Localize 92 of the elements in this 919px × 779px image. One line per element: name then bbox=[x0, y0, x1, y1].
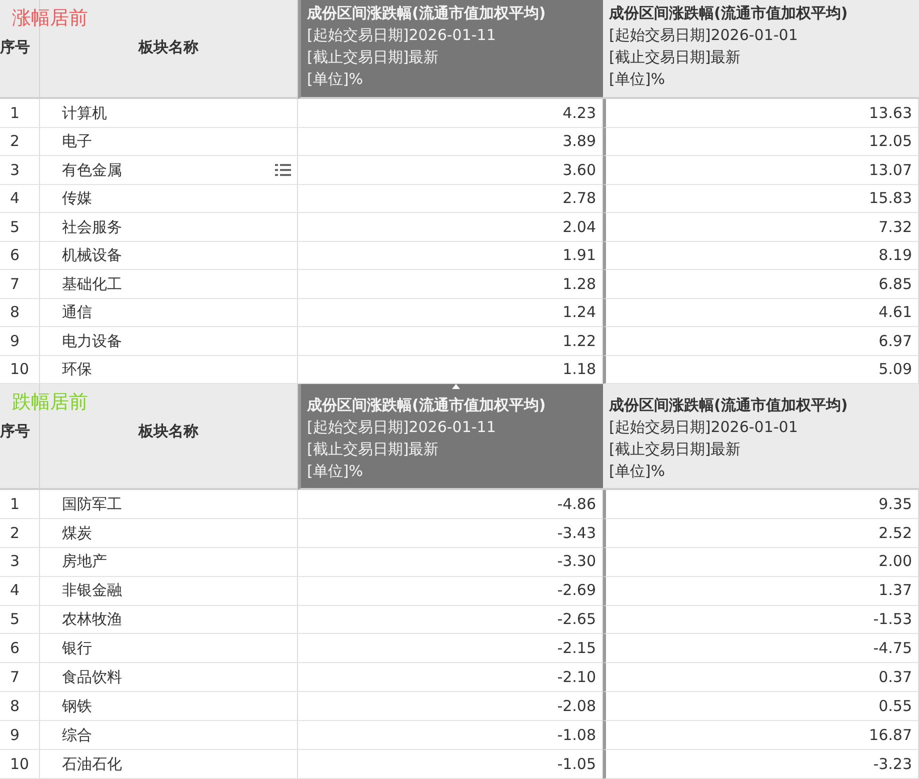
table-cell-text: 房地产 bbox=[62, 551, 107, 572]
table-cell-text: 5 bbox=[10, 609, 20, 630]
table-cell-text: 4.61 bbox=[878, 302, 912, 323]
table-cell-text: 银行 bbox=[62, 638, 92, 660]
table-cell-text: 石油石化 bbox=[62, 754, 122, 775]
column-header[interactable]: 成份区间涨跌幅(流通市值加权平均) [起始交易日期]2026-01-01 [截止交易日期]最新 [单位]% bbox=[603, 0, 919, 99]
table-cell-text: 13.63 bbox=[869, 102, 912, 124]
table-cell-text: 国防军工 bbox=[62, 494, 122, 515]
table-cell-text: -2.08 bbox=[557, 696, 596, 717]
table-cell-text: 2.00 bbox=[878, 551, 912, 572]
table-cell-text: 4 bbox=[10, 580, 20, 602]
table-cell-text: 6 bbox=[10, 245, 20, 266]
table-cell-text: 食品饮料 bbox=[62, 667, 122, 688]
table-cell-text: 1.22 bbox=[562, 330, 596, 352]
table-cell-text: 计算机 bbox=[62, 102, 107, 124]
column-header[interactable]: 成份区间涨跌幅(流通市值加权平均) [起始交易日期]2026-01-11 [截止交易日期]最新 [单位]% bbox=[298, 0, 603, 99]
table-cell-text: 4 bbox=[10, 188, 20, 209]
section-title: 涨幅居前 bbox=[12, 6, 88, 31]
table-cell-text: -1.05 bbox=[557, 754, 596, 775]
table-cell-text: 环保 bbox=[62, 359, 92, 380]
table-cell-text: 7 bbox=[10, 274, 20, 294]
table-cell-text: 5.09 bbox=[878, 359, 912, 380]
table-cell-text: -3.43 bbox=[557, 522, 596, 544]
column-header[interactable]: 成份区间涨跌幅(流通市值加权平均) [起始交易日期]2026-01-11 [截止交易日期]最新 [单位]% bbox=[298, 384, 603, 490]
table-cell-text: 2.78 bbox=[562, 188, 596, 209]
table-cell-text: 6.97 bbox=[878, 330, 912, 352]
table-cell-text: 10 bbox=[10, 754, 30, 775]
table-cell-text: -4.86 bbox=[557, 494, 596, 515]
table-cell-text: 13.07 bbox=[869, 160, 912, 180]
table-cell-text: 1.37 bbox=[878, 580, 912, 602]
table-cell-text: 9.35 bbox=[878, 494, 912, 515]
table-cell-text: 6 bbox=[10, 638, 20, 660]
table-cell-text: 农林牧渔 bbox=[62, 609, 122, 630]
table-cell-text: 机械设备 bbox=[62, 245, 122, 266]
list-menu-icon[interactable] bbox=[275, 164, 291, 176]
column-header[interactable]: 序号 bbox=[0, 36, 30, 58]
table-cell-text: 钢铁 bbox=[62, 696, 92, 717]
table-cell-text: 16.87 bbox=[869, 724, 912, 746]
table-cell-text: 1.24 bbox=[562, 302, 596, 323]
table-cell-text: 有色金属 bbox=[62, 160, 122, 180]
table-cell-text: -1.53 bbox=[873, 609, 912, 630]
table-cell-text: 7 bbox=[10, 667, 20, 688]
table-cell-text: 6.85 bbox=[878, 274, 912, 294]
table-cell-text: 通信 bbox=[62, 302, 92, 323]
table-cell-text: 社会服务 bbox=[62, 216, 122, 238]
table-cell-text: 15.83 bbox=[869, 188, 912, 209]
table-cell-text: -4.75 bbox=[873, 638, 912, 660]
table-cell-text: 10 bbox=[10, 359, 30, 380]
table-cell-text: 煤炭 bbox=[62, 522, 92, 544]
table-cell-text: 电子 bbox=[62, 131, 92, 152]
table-cell-text: -2.65 bbox=[557, 609, 596, 630]
table-cell-text: -3.30 bbox=[557, 551, 596, 572]
table-cell-text: 9 bbox=[10, 724, 20, 746]
column-header[interactable]: 板块名称 bbox=[138, 420, 198, 442]
column-header[interactable]: 序号 bbox=[0, 420, 30, 442]
table-cell-text: 2 bbox=[10, 131, 20, 152]
table-cell-text: 3.60 bbox=[562, 160, 596, 180]
table-cell-text: 电力设备 bbox=[62, 330, 122, 352]
table-cell-text: 综合 bbox=[62, 724, 92, 746]
column-header[interactable]: 成份区间涨跌幅(流通市值加权平均) [起始交易日期]2026-01-01 [截止交易日期]最新 [单位]% bbox=[603, 384, 919, 490]
table-cell-text: 1.28 bbox=[562, 274, 596, 294]
table-cell-text: 3.89 bbox=[562, 131, 596, 152]
table-cell-text: -2.10 bbox=[557, 667, 596, 688]
table-cell-text: -2.69 bbox=[557, 580, 596, 602]
table-cell-text: -1.08 bbox=[557, 724, 596, 746]
table-cell-text: 1 bbox=[10, 102, 20, 124]
table-cell-text: 基础化工 bbox=[62, 274, 122, 294]
section-title: 跌幅居前 bbox=[12, 390, 88, 415]
table-cell-text: 2 bbox=[10, 522, 20, 544]
table-cell-text: 2.52 bbox=[878, 522, 912, 544]
table-cell-text: -3.23 bbox=[873, 754, 912, 775]
table-cell-text: 3 bbox=[10, 160, 20, 180]
table-cell-text: 传媒 bbox=[62, 188, 92, 209]
table-cell-text: -2.15 bbox=[557, 638, 596, 660]
table-cell-text: 7.32 bbox=[878, 216, 912, 238]
table-cell-text: 8 bbox=[10, 696, 20, 717]
table-cell-text: 5 bbox=[10, 216, 20, 238]
table-cell-text: 1.91 bbox=[562, 245, 596, 266]
sort-icon[interactable] bbox=[452, 384, 460, 389]
table-cell-text: 0.55 bbox=[878, 696, 912, 717]
table-cell-text: 9 bbox=[10, 330, 20, 352]
table-cell-text: 8 bbox=[10, 302, 20, 323]
table-cell-text: 1 bbox=[10, 494, 20, 515]
table-cell-text: 3 bbox=[10, 551, 20, 572]
table-cell-text: 1.18 bbox=[562, 359, 596, 380]
table-cell-text: 12.05 bbox=[869, 131, 912, 152]
table-cell-text: 8.19 bbox=[878, 245, 912, 266]
table-cell-text: 0.37 bbox=[878, 667, 912, 688]
column-header[interactable]: 板块名称 bbox=[138, 36, 198, 58]
table-cell-text: 4.23 bbox=[562, 102, 596, 124]
table-cell-text: 非银金融 bbox=[62, 580, 122, 602]
table-cell-text: 2.04 bbox=[562, 216, 596, 238]
